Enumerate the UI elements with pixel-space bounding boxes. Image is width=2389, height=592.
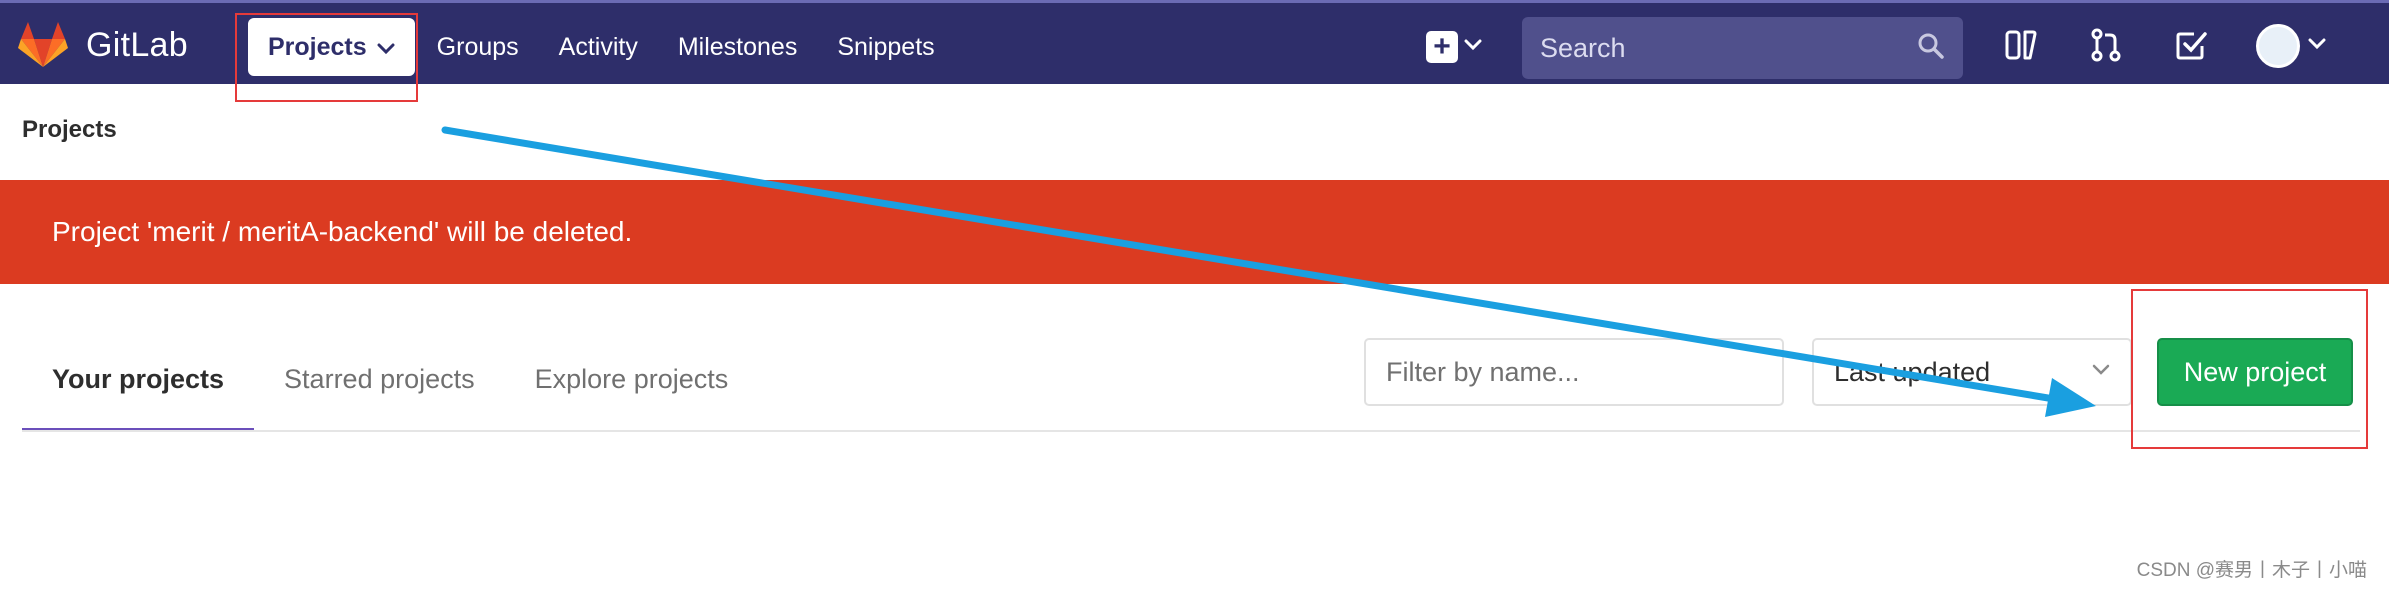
sort-selected-label: Last updated [1834, 356, 1991, 387]
nav-snippets[interactable]: Snippets [817, 18, 954, 76]
new-item-dropdown[interactable]: + [1426, 29, 1482, 65]
tab-starred-projects[interactable]: Starred projects [254, 340, 505, 432]
check-square-icon[interactable] [2169, 23, 2213, 67]
filter-by-name-input[interactable] [1364, 338, 1784, 406]
chevron-down-icon [2092, 363, 2110, 381]
sort-dropdown[interactable]: Last updated [1812, 338, 2132, 406]
search-input[interactable] [1540, 32, 1917, 64]
gitlab-logo-icon [18, 22, 68, 68]
flash-message: Project 'merit / meritA-backend' will be… [52, 216, 633, 247]
watermark: CSDN @赛男丨木子丨小喵 [2136, 560, 2367, 581]
panel-icon[interactable] [1999, 23, 2043, 67]
merge-request-icon[interactable] [2084, 23, 2128, 67]
chevron-down-icon [2308, 37, 2326, 55]
annotation-box-new-project [2131, 289, 2368, 449]
projects-tabs: Your projects Starred projects Explore p… [22, 340, 758, 432]
nav-groups[interactable]: Groups [417, 18, 539, 76]
brand-name: GitLab [86, 25, 188, 64]
brand[interactable]: GitLab [18, 17, 188, 73]
search-icon[interactable] [1917, 32, 1945, 65]
annotation-box-projects [235, 13, 418, 102]
tab-your-projects[interactable]: Your projects [22, 340, 255, 432]
user-menu-dropdown[interactable] [2256, 22, 2326, 70]
chevron-down-icon [1464, 38, 1482, 56]
tab-explore-projects[interactable]: Explore projects [505, 340, 759, 432]
page-title: Projects [22, 116, 117, 143]
tabs-divider [22, 430, 2360, 432]
flash-alert: Project 'merit / meritA-backend' will be… [0, 180, 2389, 284]
search-box [1522, 17, 1963, 79]
nav-activity[interactable]: Activity [539, 18, 658, 76]
avatar [2256, 24, 2300, 68]
nav-milestones[interactable]: Milestones [658, 18, 818, 76]
plus-square-icon: + [1426, 31, 1458, 63]
